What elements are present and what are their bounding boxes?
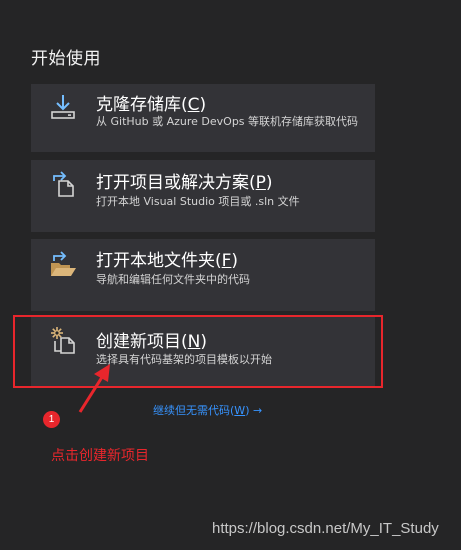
watermark: https://blog.csdn.net/My_IT_Study	[212, 520, 439, 537]
open-folder-button[interactable]: 打开本地文件夹(F) 导航和编辑任何文件夹中的代码	[31, 239, 375, 311]
clone-repository-label: 克隆存储库(C)	[96, 95, 207, 115]
start-window: 开始使用 克隆存储库(C) 从 GitHub 或 Azure DevOps 等联…	[0, 0, 461, 550]
step-number-badge: 1	[43, 411, 60, 428]
open-project-label: 打开项目或解决方案(P)	[96, 173, 273, 193]
open-project-description: 打开本地 Visual Studio 项目或 .sln 文件	[96, 195, 300, 208]
open-folder-label: 打开本地文件夹(F)	[96, 251, 239, 271]
annotation-highlight-box	[13, 315, 383, 388]
annotation-text: 点击创建新项目	[51, 448, 149, 464]
clone-repository-description: 从 GitHub 或 Azure DevOps 等联机存储库获取代码	[96, 115, 359, 128]
open-folder-description: 导航和编辑任何文件夹中的代码	[96, 273, 250, 286]
open-project-button[interactable]: 打开项目或解决方案(P) 打开本地 Visual Studio 项目或 .sln…	[31, 160, 375, 232]
section-title: 开始使用	[31, 49, 101, 69]
continue-without-code-link[interactable]: 继续但无需代码(W) →	[153, 402, 262, 418]
open-project-icon	[48, 168, 78, 198]
download-icon	[48, 92, 78, 122]
annotation-arrow	[78, 364, 110, 413]
open-folder-icon	[48, 249, 78, 279]
clone-repository-button[interactable]: 克隆存储库(C) 从 GitHub 或 Azure DevOps 等联机存储库获…	[31, 84, 375, 152]
arrow-right-icon: →	[252, 404, 263, 417]
